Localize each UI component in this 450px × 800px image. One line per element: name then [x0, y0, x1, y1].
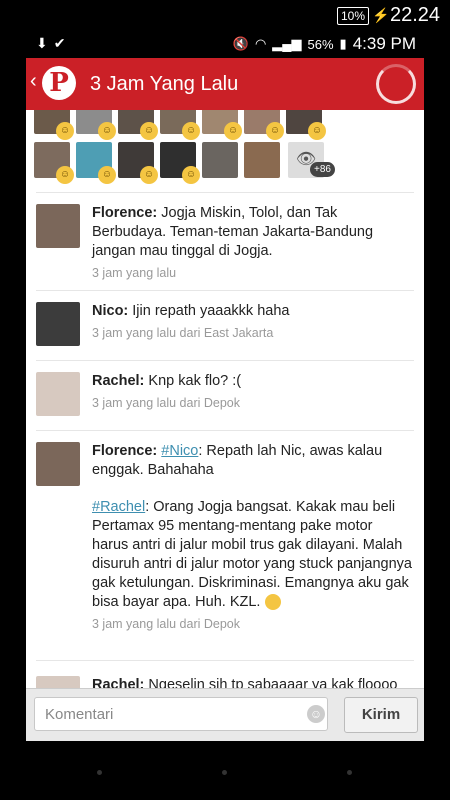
recording-status-bar: 10% ⚡ 22.24 [0, 0, 450, 30]
signal-icon: ▂▄▆ [272, 36, 302, 51]
avatar[interactable] [202, 142, 238, 178]
avatar[interactable]: ☺ [34, 110, 74, 140]
comment-body: Florence: #Nico: Repath lah Nic, awas ka… [92, 442, 412, 634]
emoji-icon: ☺ [56, 122, 74, 140]
battery-icon: ▮ [339, 36, 347, 51]
battery-indicator: 10% [337, 7, 370, 25]
emoji-icon: ☺ [266, 122, 284, 140]
comment-author[interactable]: Florence: [92, 205, 157, 221]
avatar[interactable] [36, 372, 80, 416]
mention-link[interactable]: #Rachel [92, 499, 145, 515]
emoji-icon: ☺ [224, 122, 242, 140]
avatar[interactable] [244, 142, 280, 178]
divider [36, 360, 414, 361]
comment-author[interactable]: Rachel: [92, 373, 144, 389]
comment-meta: 3 jam yang lalu dari Depok [92, 617, 240, 631]
pinterest-logo[interactable]: P [42, 66, 76, 100]
dot [347, 770, 352, 775]
avatar[interactable]: ☺ [118, 110, 158, 140]
comment-text: Ijin repath yaaakkk haha [132, 303, 290, 319]
comment-body: Rachel: Knp kak flo? :( 3 jam yang lalu … [92, 372, 412, 413]
system-icons: 🔇 ◠ ▂▄▆ 56% ▮ 4:39 PM [233, 34, 416, 54]
comment-meta: 3 jam yang lalu dari East Jakarta [92, 326, 274, 340]
loading-spinner-icon [376, 64, 416, 104]
wifi-icon: ◠ [254, 36, 267, 51]
avatar[interactable] [36, 302, 80, 346]
dot [222, 770, 227, 775]
dot [97, 770, 102, 775]
app-header: ‹ P 3 Jam Yang Lalu [26, 58, 424, 110]
avatar[interactable]: ☺ [202, 110, 242, 140]
divider [36, 430, 414, 431]
comments-panel[interactable]: ☺ ☺ ☺ ☺ ☺ ☺ ☺ ☺ ☺ ☺ ☺ 👁 +86 Florence: Jo… [26, 110, 424, 688]
comment-composer: Komentari ☺ Kirim [26, 688, 424, 741]
comment-author[interactable]: Nico: [92, 303, 128, 319]
avatar[interactable]: ☺ [34, 142, 74, 184]
avatar[interactable] [36, 204, 80, 248]
divider [36, 290, 414, 291]
comment-text: : Orang Jogja bangsat. Kakak mau beli Pe… [92, 499, 412, 610]
avatar[interactable]: ☺ [160, 110, 200, 140]
status-time: 4:39 PM [352, 34, 416, 53]
page-dots [0, 770, 450, 776]
emoji-icon: ☺ [98, 122, 116, 140]
comment-author[interactable]: Florence: [92, 443, 157, 459]
emoji-icon: ☺ [182, 122, 200, 140]
avatar[interactable] [36, 676, 80, 688]
avatar[interactable] [36, 442, 80, 486]
comment-text: Knp kak flo? :( [148, 373, 242, 389]
charging-icon: ⚡ [372, 7, 390, 23]
mute-icon: 🔇 [232, 36, 249, 51]
avatar[interactable]: ☺ [244, 110, 284, 140]
avatar[interactable]: ☺ [160, 142, 200, 184]
divider [36, 660, 414, 661]
avatar[interactable]: ☺ [286, 110, 326, 140]
page-title: 3 Jam Yang Lalu [90, 73, 239, 95]
emoji-icon: ☺ [182, 166, 200, 184]
send-button[interactable]: Kirim [344, 697, 418, 733]
status-bar: ⬇✔ 🔇 ◠ ▂▄▆ 56% ▮ 4:39 PM [26, 30, 424, 58]
more-likers-badge[interactable]: +86 [310, 162, 335, 177]
avatar[interactable]: ☺ [118, 142, 158, 184]
emoji-icon: ☺ [140, 166, 158, 184]
back-chevron-icon[interactable]: ‹ [30, 70, 37, 93]
battery-percent: 56% [307, 36, 334, 52]
comment-text: Ngeselin sih tp sabaaaar ya kak floooo [148, 677, 398, 688]
clock: 22.24 [390, 4, 441, 26]
emoji-icon [264, 594, 281, 611]
divider [36, 192, 414, 193]
avatar[interactable]: ☺ [76, 142, 116, 184]
comment-author[interactable]: Rachel: [92, 677, 144, 688]
mention-link[interactable]: #Nico [161, 443, 198, 459]
comment-input[interactable]: Komentari [34, 697, 328, 731]
avatar[interactable]: ☺ [76, 110, 116, 140]
comment-body: Florence: Jogja Miskin, Tolol, dan Tak B… [92, 204, 412, 283]
comment-body: Rachel: Ngeselin sih tp sabaaaar ya kak … [92, 676, 412, 688]
emoji-icon: ☺ [308, 122, 326, 140]
comment-meta: 3 jam yang lalu [92, 266, 177, 280]
emoji-icon: ☺ [140, 122, 158, 140]
emoji-icon: ☺ [56, 166, 74, 184]
comment-paragraph: #Rachel: Orang Jogja bangsat. Kakak mau … [92, 498, 412, 612]
likers-row-1: ☺ ☺ ☺ ☺ ☺ ☺ ☺ [34, 110, 334, 140]
comment-body: Nico: Ijin repath yaaakkk haha 3 jam yan… [92, 302, 412, 343]
smiley-icon[interactable]: ☺ [307, 705, 325, 723]
emoji-icon: ☺ [98, 166, 116, 184]
notification-icons: ⬇✔ [36, 35, 72, 51]
comment-meta: 3 jam yang lalu dari Depok [92, 396, 240, 410]
